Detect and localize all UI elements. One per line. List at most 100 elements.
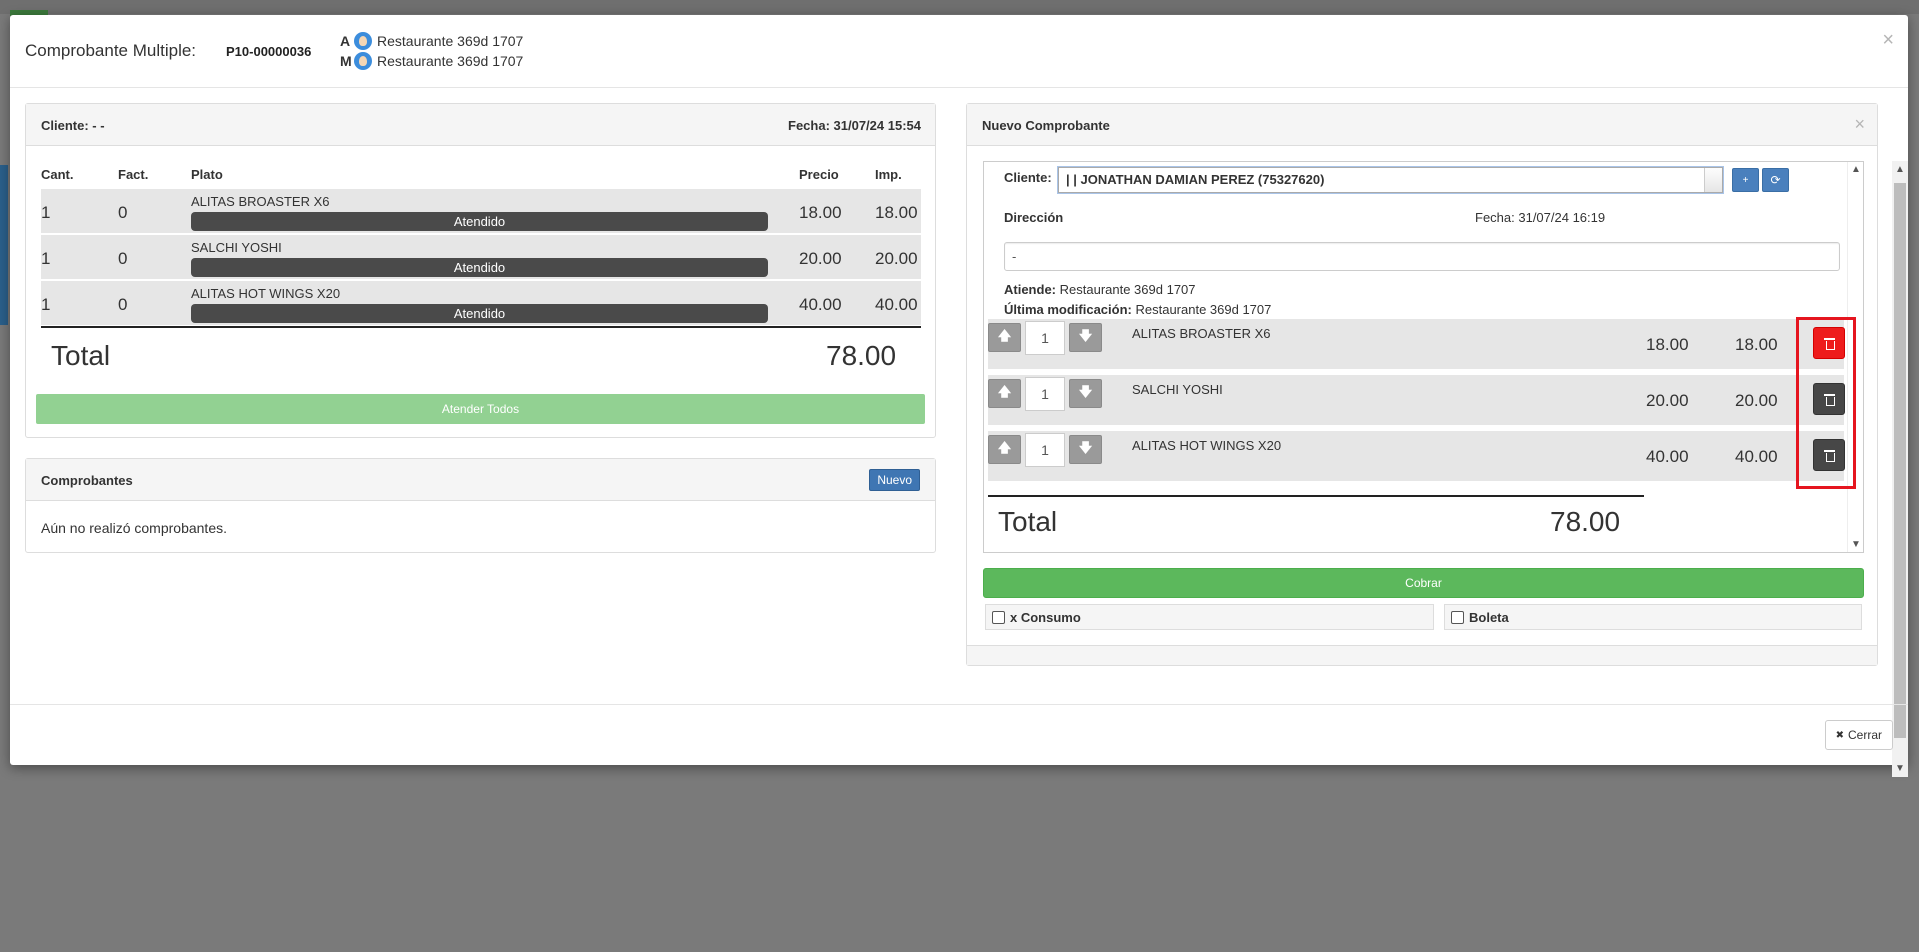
total-divider (41, 326, 921, 328)
order-fact: 0 (118, 295, 128, 314)
boleta-label: Boleta (1469, 609, 1509, 625)
item-imp: 20.00 (1735, 391, 1778, 410)
panel-footer (967, 645, 1877, 665)
delete-item-button[interactable] (1813, 327, 1845, 359)
scroll-up-icon[interactable]: ▲ (1851, 164, 1861, 175)
atender-todos-button[interactable]: Atender Todos (36, 394, 925, 424)
status-atendido-button[interactable]: Atendido (191, 258, 768, 277)
add-user-icon: + (1742, 174, 1749, 186)
delete-item-button[interactable] (1813, 439, 1845, 471)
ultima-modificacion-value: Restaurante 369d 1707 (1135, 302, 1272, 317)
checkbox-icon[interactable] (992, 610, 1005, 624)
nuevo-button[interactable]: Nuevo (869, 469, 920, 491)
modal-close-icon[interactable]: × (1882, 29, 1894, 52)
column-header-plato: Plato (191, 167, 223, 182)
order-fecha: Fecha: 31/07/24 15:54 (788, 118, 921, 133)
user-letter: M (340, 53, 352, 69)
qty-down-button[interactable]: 🡇 (1069, 435, 1102, 464)
inner-scrollbar[interactable]: ▲ ▼ (1847, 162, 1863, 552)
refresh-cliente-button[interactable]: ⟳ (1762, 168, 1789, 192)
scroll-down-icon[interactable]: ▼ (1851, 539, 1861, 550)
boleta-checkbox[interactable]: Boleta (1444, 604, 1862, 630)
delete-item-button[interactable] (1813, 383, 1845, 415)
arrow-up-icon: 🡅 (997, 383, 1012, 399)
avatar-icon (354, 32, 372, 50)
item-imp: 18.00 (1735, 335, 1778, 354)
scroll-up-icon[interactable]: ▲ (1895, 164, 1905, 175)
order-plato: ALITAS HOT WINGS X20 (191, 286, 341, 301)
item-precio: 40.00 (1646, 447, 1689, 466)
cliente-select[interactable]: | | JONATHAN DAMIAN PEREZ (75327620) (1058, 167, 1723, 193)
user-name: Restaurante 369d 1707 (377, 53, 524, 69)
order-plato: ALITAS BROASTER X6 (191, 194, 330, 209)
atiende-label: Atiende: (1004, 282, 1056, 297)
comprobantes-title: Comprobantes (41, 473, 133, 488)
select-arrow-icon[interactable] (1704, 168, 1722, 192)
refresh-icon: ⟳ (1770, 173, 1781, 187)
order-precio: 20.00 (799, 249, 842, 268)
modal-footer: ✖ Cerrar (10, 704, 1908, 765)
column-header-imp: Imp. (875, 167, 902, 182)
user-assigned: A Restaurante 369d 1707 (340, 32, 523, 50)
order-imp: 40.00 (875, 295, 918, 314)
cobrar-button[interactable]: Cobrar (983, 568, 1864, 598)
order-plato: SALCHI YOSHI (191, 240, 282, 255)
status-atendido-button[interactable]: Atendido (191, 304, 768, 323)
order-cant: 1 (41, 295, 51, 314)
background-panel (0, 165, 8, 325)
comprobante-item-row: 🡅 1 🡇 ALITAS HOT WINGS X20 40.00 40.00 (988, 431, 1845, 481)
nuevo-comprobante-panel: Nuevo Comprobante × Cliente: | | JONATHA… (966, 103, 1878, 666)
total-label: Total (51, 340, 111, 371)
qty-up-button[interactable]: 🡅 (988, 323, 1021, 352)
direccion-input[interactable]: - (1004, 242, 1840, 271)
trash-icon (1823, 393, 1835, 406)
x-consumo-label: x Consumo (1010, 609, 1081, 625)
cerrar-button[interactable]: ✖ Cerrar (1824, 720, 1893, 750)
modal-title: Comprobante Multiple: (25, 41, 197, 60)
close-icon: ✖ (1835, 729, 1844, 741)
order-fact: 0 (118, 203, 128, 222)
modal-body: Cliente: - - Fecha: 31/07/24 15:54 Cant.… (10, 88, 1908, 777)
modal-scrollbar[interactable]: ▲ ▼ (1892, 161, 1908, 777)
comprobante-total-value: 78.00 (1550, 506, 1621, 537)
order-row: 1 0 SALCHI YOSHI Atendido 20.00 20.00 (41, 235, 921, 279)
qty-down-button[interactable]: 🡇 (1069, 379, 1102, 408)
direccion-label: Dirección (1004, 210, 1064, 225)
panel-close-icon[interactable]: × (1854, 114, 1865, 135)
modal-header: Comprobante Multiple: P10-00000036 A Res… (10, 15, 1908, 88)
background-strip (0, 0, 1919, 14)
order-fact: 0 (118, 249, 128, 268)
x-consumo-checkbox[interactable]: x Consumo (985, 604, 1434, 630)
order-cant: 1 (41, 249, 51, 268)
checkbox-icon[interactable] (1451, 610, 1464, 624)
atiende-line: Atiende: Restaurante 369d 1707 (1004, 282, 1196, 297)
qty-down-button[interactable]: 🡇 (1069, 323, 1102, 352)
qty-up-button[interactable]: 🡅 (988, 435, 1021, 464)
qty-up-button[interactable]: 🡅 (988, 379, 1021, 408)
add-cliente-button[interactable]: + (1732, 168, 1759, 192)
comprobante-total-label: Total (998, 506, 1058, 537)
total-divider (988, 495, 1644, 497)
arrow-down-icon: 🡇 (1078, 439, 1093, 455)
item-name: ALITAS HOT WINGS X20 (1132, 438, 1282, 453)
item-precio: 20.00 (1646, 391, 1689, 410)
arrow-down-icon: 🡇 (1078, 383, 1093, 399)
status-atendido-button[interactable]: Atendido (191, 212, 768, 231)
comprobantes-empty-text: Aún no realizó comprobantes. (41, 520, 227, 536)
scroll-thumb[interactable] (1894, 183, 1906, 738)
comprobante-modal: Comprobante Multiple: P10-00000036 A Res… (10, 15, 1908, 777)
qty-input[interactable]: 1 (1025, 377, 1065, 411)
qty-input[interactable]: 1 (1025, 321, 1065, 355)
qty-input[interactable]: 1 (1025, 433, 1065, 467)
order-precio: 18.00 (799, 203, 842, 222)
order-panel-heading: Cliente: - - Fecha: 31/07/24 15:54 (26, 104, 935, 146)
comprobante-form-scrollarea[interactable]: Cliente: | | JONATHAN DAMIAN PEREZ (7532… (983, 161, 1864, 553)
order-imp: 18.00 (875, 203, 918, 222)
comprobante-item-row: 🡅 1 🡇 ALITAS BROASTER X6 18.00 18.00 (988, 319, 1845, 369)
ultima-modificacion-label: Última modificación: (1004, 302, 1132, 317)
nuevo-comprobante-title: Nuevo Comprobante (982, 118, 1110, 133)
trash-icon (1823, 337, 1835, 350)
comprobantes-panel: Comprobantes Nuevo Aún no realizó compro… (25, 458, 936, 553)
avatar-icon (354, 52, 372, 70)
column-header-cant: Cant. (41, 167, 74, 182)
